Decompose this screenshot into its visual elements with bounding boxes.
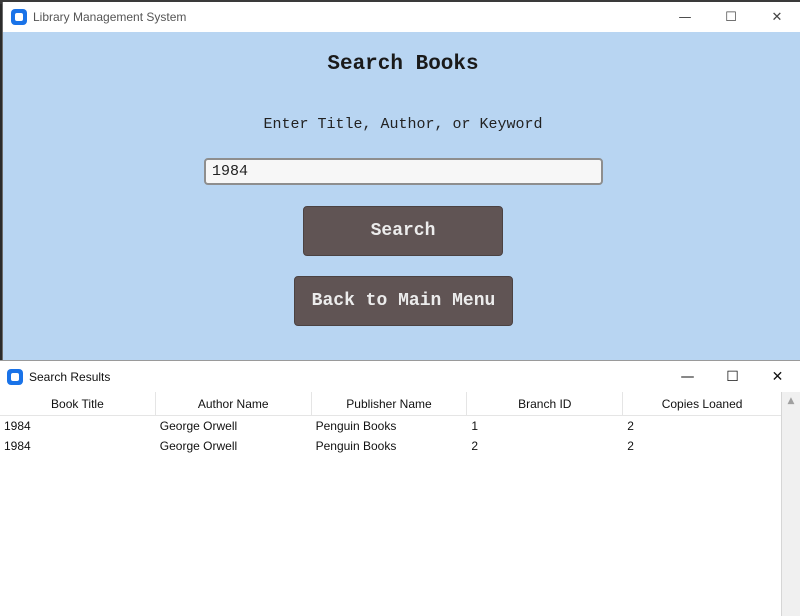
- table-row[interactable]: 1984 George Orwell Penguin Books 2 2: [0, 436, 781, 456]
- search-prompt-label: Enter Title, Author, or Keyword: [263, 116, 543, 133]
- close-button[interactable]: ✕: [754, 2, 800, 32]
- table-header: Book Title Author Name Publisher Name Br…: [0, 392, 781, 416]
- cell-author-name: George Orwell: [159, 439, 238, 453]
- results-window-title: Search Results: [29, 369, 111, 384]
- app-icon: [7, 368, 23, 385]
- cell-publisher-name: Penguin Books: [315, 419, 397, 433]
- minimize-button[interactable]: —: [665, 361, 710, 392]
- results-window-controls: — ☐ ✕: [665, 361, 800, 392]
- column-header-copies-loaned[interactable]: Copies Loaned: [623, 392, 781, 416]
- back-to-main-menu-button[interactable]: Back to Main Menu: [294, 276, 513, 326]
- table-row[interactable]: 1984 George Orwell Penguin Books 1 2: [0, 416, 781, 436]
- maximize-button[interactable]: ☐: [708, 2, 754, 32]
- app-icon: [11, 9, 27, 25]
- close-button[interactable]: ✕: [755, 361, 800, 392]
- maximize-button[interactable]: ☐: [710, 361, 755, 392]
- cell-copies-loaned: 2: [627, 439, 634, 453]
- minimize-button[interactable]: —: [662, 2, 708, 32]
- cell-book-title: 1984: [4, 419, 31, 433]
- window-controls: — ☐ ✕: [662, 2, 800, 32]
- search-results-window: Search Results — ☐ ✕ Book Title Author N…: [0, 360, 800, 616]
- search-input[interactable]: [204, 158, 603, 185]
- column-header-publisher-name[interactable]: Publisher Name: [312, 392, 468, 416]
- cell-branch-id: 2: [471, 439, 479, 453]
- cell-branch-id: 1: [471, 419, 479, 433]
- main-window: Library Management System — ☐ ✕ Search B…: [2, 2, 800, 372]
- cell-author-name: George Orwell: [159, 419, 238, 433]
- vertical-scrollbar[interactable]: ▲: [782, 392, 800, 616]
- column-header-book-title[interactable]: Book Title: [0, 392, 156, 416]
- results-titlebar[interactable]: Search Results — ☐ ✕: [0, 361, 800, 392]
- search-button[interactable]: Search: [303, 206, 503, 256]
- main-titlebar[interactable]: Library Management System — ☐ ✕: [3, 2, 800, 32]
- column-header-branch-id[interactable]: Branch ID: [467, 392, 624, 416]
- column-header-author-name[interactable]: Author Name: [156, 392, 312, 416]
- window-title: Library Management System: [33, 10, 187, 24]
- cell-book-title: 1984: [4, 439, 31, 453]
- page-title: Search Books: [327, 53, 479, 76]
- cell-publisher-name: Penguin Books: [315, 439, 397, 453]
- cell-copies-loaned: 2: [627, 419, 634, 433]
- results-table: Book Title Author Name Publisher Name Br…: [0, 392, 782, 616]
- scroll-up-arrow-icon[interactable]: ▲: [782, 392, 800, 410]
